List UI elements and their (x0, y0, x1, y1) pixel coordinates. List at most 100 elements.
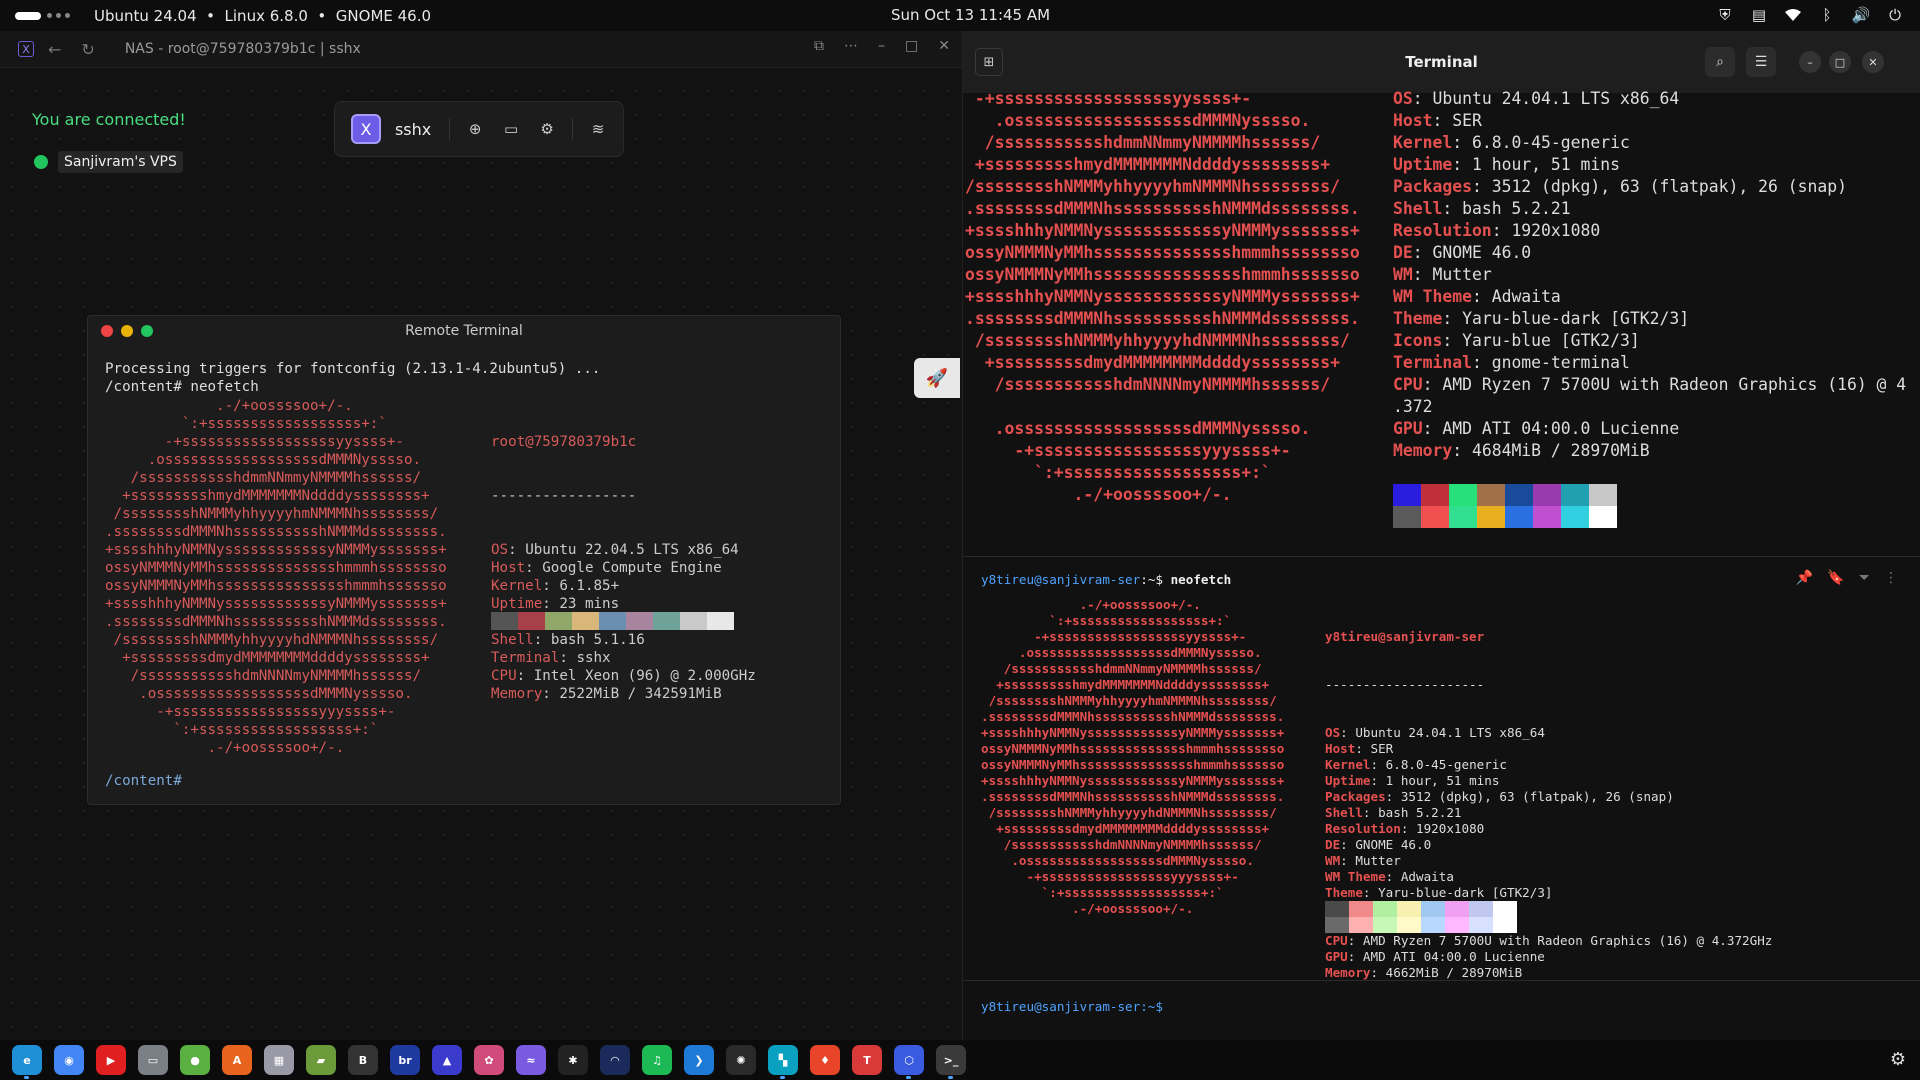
info-row: OS: Ubuntu 24.04.1 LTS x86_64 (1393, 89, 1680, 108)
more-vertical-icon[interactable]: ⋮ (1884, 570, 1898, 586)
wifi-icon[interactable] (1782, 5, 1804, 25)
palette-swatch (1533, 506, 1561, 528)
remote-terminal-titlebar[interactable]: Remote Terminal (88, 316, 840, 346)
palette-swatch (1561, 506, 1589, 528)
palette-swatch (1533, 484, 1561, 506)
add-terminal-icon[interactable]: ⊕ (464, 118, 486, 140)
info-key: Resolution (1325, 821, 1401, 836)
maximize-button[interactable]: □ (905, 38, 918, 54)
search-icon[interactable]: ⌕ (1705, 47, 1735, 77)
dock-app-messenger[interactable]: ≈ (516, 1045, 546, 1075)
dock-app-stocks[interactable]: ▲ (432, 1045, 462, 1075)
shield-icon[interactable]: ⛨ (1714, 5, 1736, 25)
dock-app-minecraft[interactable]: ▰ (306, 1045, 336, 1075)
gnome-terminal-window: ⊞ Terminal ⌕ ☰ – □ ✕ -+sssssssssssssssss… (962, 31, 1920, 1040)
info-row: Uptime: 23 mins (491, 596, 620, 612)
dock-app-vpn[interactable]: ⬡ (894, 1045, 924, 1079)
color-palette (491, 612, 734, 630)
info-value: GNOME 46.0 (1355, 837, 1432, 852)
info-value: Yaru-blue-dark [GTK2/3] (1378, 885, 1553, 900)
info-key: Memory (1393, 441, 1453, 460)
dock-app-edge[interactable]: e (12, 1045, 42, 1079)
dock-app-chrome[interactable]: ● (180, 1045, 210, 1075)
user-presence: Sanjivram's VPS (34, 151, 183, 173)
sshx-titlebar[interactable]: X ← ↻ NAS - root@759780379b1c | sshx ⧉ ⋯… (0, 31, 962, 68)
clipboard-icon[interactable]: ▤ (1748, 5, 1770, 25)
network-icon[interactable]: ≋ (587, 118, 609, 140)
info-row: WM: Mutter (1393, 265, 1492, 284)
rocket-icon[interactable]: 🚀 (914, 358, 960, 398)
pin-icon[interactable]: 📌 (1796, 570, 1813, 586)
reload-icon[interactable]: ↻ (81, 40, 94, 59)
activities-indicator[interactable] (15, 11, 41, 20)
info-key: OS (1325, 725, 1341, 740)
info-row: CPU: AMD Ryzen 7 5700U with Radeon Graph… (1325, 933, 1773, 948)
clock[interactable]: Sun Oct 13 11:45 AM (891, 6, 1050, 24)
bluetooth-icon[interactable]: ᛒ (1816, 5, 1838, 25)
dock-app-spotify[interactable]: ♫ (642, 1045, 672, 1075)
online-dot (34, 155, 48, 169)
dock-app-terminal[interactable]: >_ (936, 1045, 966, 1079)
menu-icon[interactable]: ☰ (1746, 47, 1776, 77)
info-row: Kernel: 6.1.85+ (491, 578, 620, 594)
info-row: Theme: Yaru-blue-dark [GTK2/3] (1393, 309, 1690, 328)
minimize-button[interactable]: – (1799, 51, 1821, 73)
info-value: Ubuntu 24.04.1 LTS x86_64 (1432, 89, 1680, 108)
palette-swatch (1505, 484, 1533, 506)
palette-swatch (1589, 484, 1617, 506)
info-key: WM (1393, 265, 1413, 284)
sshx-logo-icon[interactable]: X (351, 114, 381, 144)
volume-icon[interactable]: 🔊 (1850, 5, 1872, 25)
minimize-button[interactable]: – (878, 38, 885, 54)
close-button[interactable]: ✕ (1862, 51, 1884, 73)
palette-swatch (491, 612, 518, 630)
dock-app-brave[interactable]: ♦ (810, 1045, 840, 1075)
info-value: 1920x1080 (1416, 821, 1485, 836)
palette-swatch (1469, 917, 1493, 933)
info-key: Theme (1393, 309, 1443, 328)
dock-app-headphones[interactable]: ◠ (600, 1045, 630, 1075)
dock-app-app-center[interactable]: A (222, 1045, 252, 1075)
input-prompt[interactable]: y8tireu@sanjivram-ser:~$ (981, 999, 1163, 1014)
palette-swatch (1421, 506, 1449, 528)
dock-app-files[interactable]: ▭ (138, 1045, 168, 1075)
dock-app-bitwarden[interactable]: B (348, 1045, 378, 1075)
dock-app-gallery[interactable]: ✿ (474, 1045, 504, 1075)
power-icon[interactable]: ⏻ (1884, 5, 1906, 25)
dock-app-software[interactable]: ▦ (264, 1045, 294, 1075)
terminal-headerbar[interactable]: ⊞ Terminal ⌕ ☰ – □ ✕ (963, 31, 1920, 93)
system-tray[interactable]: ⛨ ▤ ᛒ 🔊 ⏻ (1714, 5, 1906, 25)
prompt-user: y8tireu@sanjivram-ser (981, 572, 1141, 587)
dock-app-chatgpt[interactable]: ✺ (726, 1045, 756, 1075)
chat-icon[interactable]: ▭ (500, 118, 522, 140)
info-value: 3512 (dpkg), 63 (flatpak), 26 (snap) (1491, 177, 1847, 196)
info-value: SER (1452, 111, 1482, 130)
info-row: Kernel: 6.8.0-45-generic (1325, 757, 1507, 772)
terminal-title: Terminal (1405, 53, 1478, 71)
more-icon[interactable]: ⋯ (844, 38, 858, 54)
back-arrow-icon[interactable]: ← (48, 40, 61, 59)
filter-icon[interactable]: ⏷ (1859, 570, 1870, 586)
info-row: Terminal: sshx (491, 650, 611, 666)
maximize-button[interactable]: □ (1829, 51, 1851, 73)
bookmark-icon[interactable]: 🔖 (1827, 570, 1844, 586)
dock-app-photos[interactable]: ✱ (558, 1045, 588, 1075)
shell-prompt[interactable]: /content# (105, 773, 182, 789)
dock-app-youtube[interactable]: ▶ (96, 1045, 126, 1075)
dock-app-chromium[interactable]: ◉ (54, 1045, 84, 1075)
palette-swatch (1421, 917, 1445, 933)
remote-terminal[interactable]: Remote Terminal Processing triggers for … (87, 315, 841, 805)
workspace-dots[interactable] (47, 13, 70, 18)
dock-app-typora[interactable]: T (852, 1045, 882, 1075)
dock-app-warp[interactable]: ▚ (768, 1045, 798, 1079)
input-divider (963, 980, 1920, 981)
settings-icon[interactable]: ⚙ (1890, 1049, 1906, 1070)
cast-icon[interactable]: ⧉ (814, 38, 824, 54)
info-row: .372 (1393, 396, 1906, 418)
dock-app-brother[interactable]: br (390, 1045, 420, 1075)
info-row: Memory: 4684MiB / 28970MiB (1393, 441, 1650, 460)
close-button[interactable]: ✕ (938, 38, 950, 54)
settings-gear-icon[interactable]: ⚙ (536, 118, 558, 140)
dock-app-vscode[interactable]: ❯ (684, 1045, 714, 1075)
info-value: GNOME 46.0 (1432, 243, 1532, 262)
